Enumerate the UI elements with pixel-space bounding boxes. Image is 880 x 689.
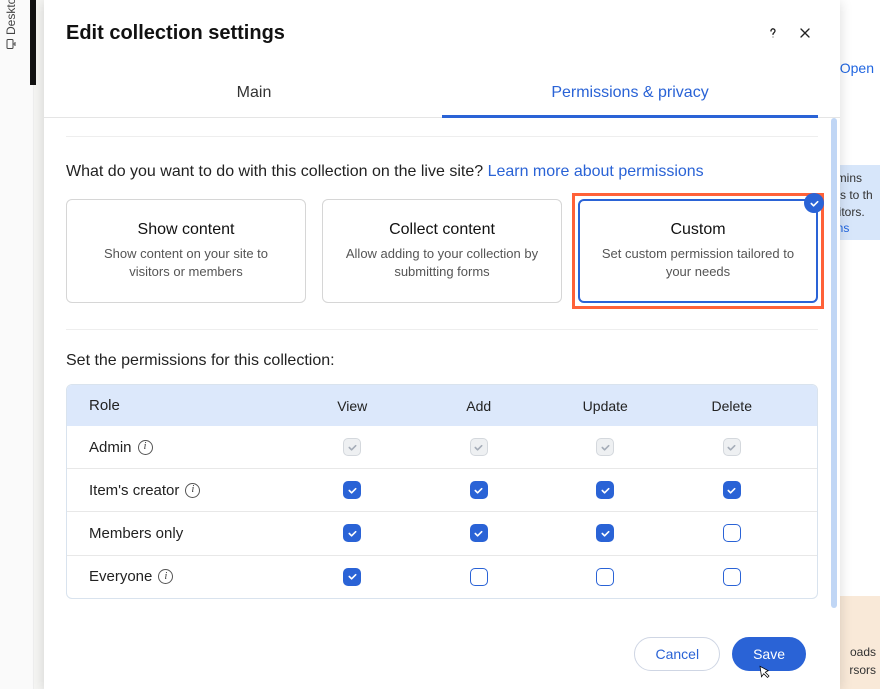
checkbox-delete	[723, 438, 741, 456]
checkbox-view[interactable]	[343, 524, 361, 542]
role-label: Everyonei	[89, 568, 289, 585]
role-label: Admini	[89, 439, 289, 456]
open-link[interactable]: Open	[840, 60, 874, 76]
role-label: Members only	[89, 525, 289, 542]
selected-badge-icon	[804, 193, 824, 213]
info-icon[interactable]: i	[158, 569, 173, 584]
col-role: Role	[89, 397, 289, 414]
info-icon[interactable]: i	[185, 483, 200, 498]
checkbox-delete[interactable]	[723, 481, 741, 499]
close-icon[interactable]	[792, 20, 818, 46]
checkbox-view	[343, 438, 361, 456]
card-title: Collect content	[339, 221, 545, 239]
checkbox-delete[interactable]	[723, 568, 741, 586]
checkbox-add	[470, 438, 488, 456]
modal-footer: Cancel Save	[44, 621, 840, 689]
learn-more-link[interactable]: Learn more about permissions	[488, 163, 704, 180]
card-custom[interactable]: Custom Set custom permission tailored to…	[578, 199, 818, 303]
background-right: Open dmins ms to th isitors. ons oads rs…	[835, 0, 880, 689]
col-delete: Delete	[669, 398, 796, 414]
checkbox-update[interactable]	[596, 568, 614, 586]
checkbox-update[interactable]	[596, 481, 614, 499]
checkbox-delete[interactable]	[723, 524, 741, 542]
card-title: Show content	[83, 221, 289, 239]
permission-cards: Show content Show content on your site t…	[66, 199, 818, 303]
modal-body: What do you want to do with this collect…	[44, 118, 840, 621]
checkbox-update	[596, 438, 614, 456]
checkbox-add[interactable]	[470, 524, 488, 542]
save-button[interactable]: Save	[732, 637, 806, 671]
col-add: Add	[416, 398, 543, 414]
viewport-label: Desktop (Prima	[4, 0, 18, 50]
checkbox-view[interactable]	[343, 481, 361, 499]
checkbox-add[interactable]	[470, 481, 488, 499]
divider	[66, 136, 818, 137]
table-row: Item's creatori	[67, 468, 817, 511]
card-collect-content[interactable]: Collect content Allow adding to your col…	[322, 199, 562, 303]
table-header-row: Role View Add Update Delete	[67, 385, 817, 426]
edit-collection-modal: Edit collection settings Main Permission…	[44, 0, 840, 689]
card-show-content[interactable]: Show content Show content on your site t…	[66, 199, 306, 303]
permission-prompt: What do you want to do with this collect…	[66, 163, 818, 181]
table-row: Members only	[67, 511, 817, 554]
info-icon[interactable]: i	[138, 440, 153, 455]
table-row: Admini	[67, 426, 817, 468]
bg-stub-1: oads	[850, 645, 876, 659]
background-left-rail: Desktop (Prima	[0, 0, 34, 689]
checkbox-view[interactable]	[343, 568, 361, 586]
modal-tabs: Main Permissions & privacy	[44, 70, 840, 118]
tab-permissions[interactable]: Permissions & privacy	[442, 70, 818, 117]
dark-strip	[30, 0, 36, 85]
permissions-table: Role View Add Update Delete Admini Item's…	[66, 384, 818, 599]
help-icon[interactable]	[760, 20, 786, 46]
scrollbar[interactable]	[831, 118, 837, 608]
divider	[66, 329, 818, 330]
card-desc: Allow adding to your collection by submi…	[339, 245, 545, 280]
bg-stub-2: rsors	[849, 663, 876, 677]
col-update: Update	[542, 398, 669, 414]
card-desc: Show content on your site to visitors or…	[83, 245, 289, 280]
checkbox-add[interactable]	[470, 568, 488, 586]
role-label: Item's creatori	[89, 482, 289, 499]
checkbox-update[interactable]	[596, 524, 614, 542]
card-title: Custom	[596, 221, 800, 239]
cancel-button[interactable]: Cancel	[634, 637, 720, 671]
card-desc: Set custom permission tailored to your n…	[596, 245, 800, 280]
permissions-table-title: Set the permissions for this collection:	[66, 352, 818, 370]
modal-header: Edit collection settings	[44, 0, 840, 56]
modal-title: Edit collection settings	[66, 22, 760, 45]
col-view: View	[289, 398, 416, 414]
tab-main[interactable]: Main	[66, 70, 442, 117]
table-row: Everyonei	[67, 555, 817, 598]
